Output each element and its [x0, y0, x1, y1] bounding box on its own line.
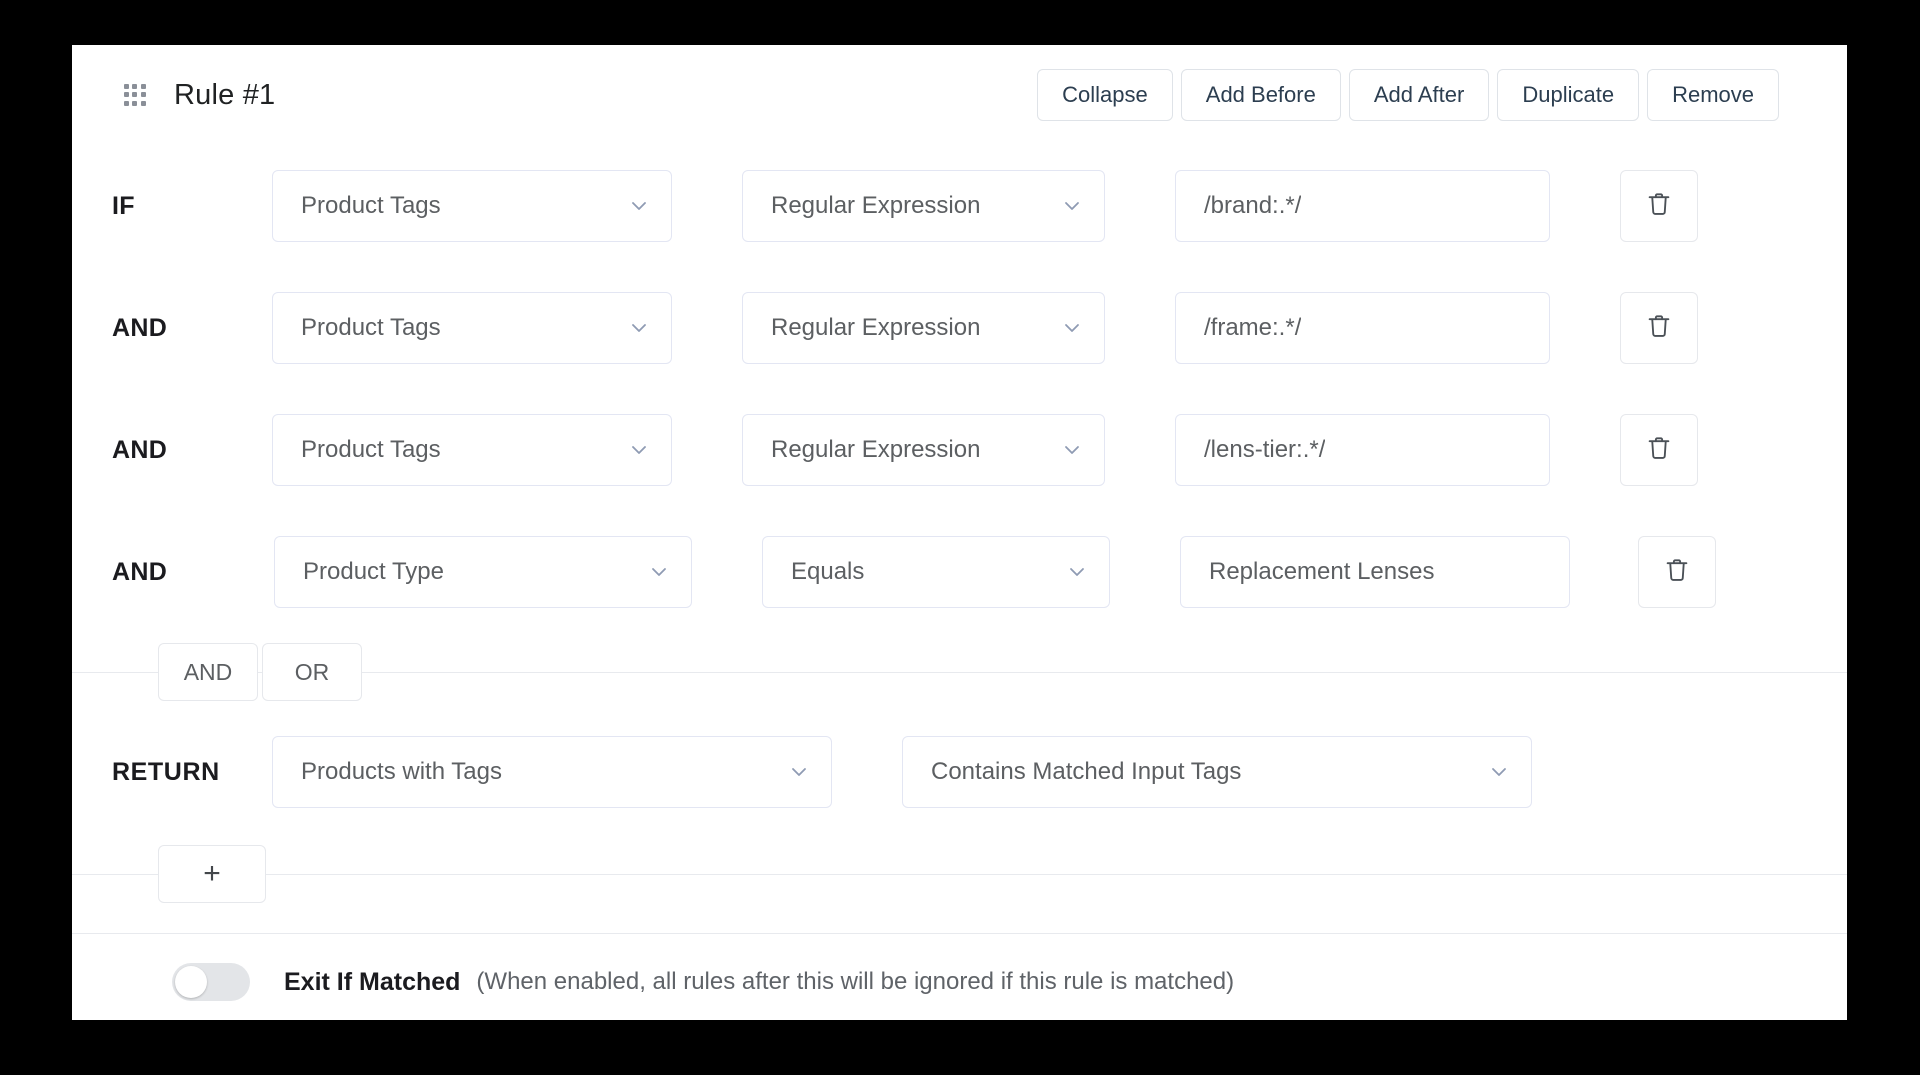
- return-label: RETURN: [112, 757, 220, 786]
- add-condition-button[interactable]: +: [158, 845, 266, 903]
- trash-icon: [1662, 555, 1692, 590]
- drag-dots-icon[interactable]: [124, 84, 146, 106]
- condition-value-input[interactable]: /frame:.*/: [1175, 292, 1550, 364]
- condition-value-text: /frame:.*/: [1204, 314, 1302, 341]
- condition-conjunction-label: IF: [112, 191, 135, 220]
- chevron-down-icon: [649, 562, 669, 582]
- condition-field-select[interactable]: Product Tags: [272, 292, 672, 364]
- return-mode-value: Contains Matched Input Tags: [931, 758, 1242, 785]
- condition-operator-select[interactable]: Regular Expression: [742, 292, 1105, 364]
- conjunction-toggle-row: AND OR: [72, 633, 1847, 711]
- rule-card: Rule #1 Collapse Add Before Add After Du…: [72, 45, 1847, 1020]
- rule-title: Rule #1: [174, 78, 276, 111]
- chevron-down-icon: [1489, 762, 1509, 782]
- condition-conjunction-label: AND: [112, 557, 168, 586]
- condition-operator-select[interactable]: Regular Expression: [742, 170, 1105, 242]
- condition-value-text: Replacement Lenses: [1209, 558, 1435, 585]
- condition-row: IF Product Tags Regular Expression /bran…: [72, 145, 1847, 267]
- condition-operator-select[interactable]: Regular Expression: [742, 414, 1105, 486]
- delete-condition-button[interactable]: [1620, 170, 1698, 242]
- condition-value-input[interactable]: Replacement Lenses: [1180, 536, 1570, 608]
- delete-condition-button[interactable]: [1620, 292, 1698, 364]
- condition-rows: IF Product Tags Regular Expression /bran…: [72, 145, 1847, 633]
- exit-if-matched-row: Exit If Matched (When enabled, all rules…: [72, 934, 1847, 1020]
- condition-value-text: /lens-tier:.*/: [1204, 436, 1326, 463]
- return-target-value: Products with Tags: [301, 758, 502, 785]
- chevron-down-icon: [1062, 318, 1082, 338]
- condition-field-value: Product Type: [303, 558, 444, 585]
- chevron-down-icon: [1062, 440, 1082, 460]
- chevron-down-icon: [1067, 562, 1087, 582]
- exit-if-matched-label: Exit If Matched: [284, 967, 461, 996]
- collapse-button[interactable]: Collapse: [1037, 69, 1173, 121]
- condition-conjunction-label: AND: [112, 435, 168, 464]
- condition-field-select[interactable]: Product Type: [274, 536, 692, 608]
- rule-card-header: Rule #1 Collapse Add Before Add After Du…: [72, 45, 1847, 145]
- rule-header-actions: Collapse Add Before Add After Duplicate …: [1037, 69, 1817, 121]
- exit-if-matched-hint: (When enabled, all rules after this will…: [476, 968, 1235, 995]
- condition-value-input[interactable]: /lens-tier:.*/: [1175, 414, 1550, 486]
- trash-icon: [1644, 433, 1674, 468]
- condition-value-input[interactable]: /brand:.*/: [1175, 170, 1550, 242]
- condition-conjunction-label: AND: [112, 313, 168, 342]
- chevron-down-icon: [629, 318, 649, 338]
- screen-background: Rule #1 Collapse Add Before Add After Du…: [0, 0, 1920, 1075]
- return-row: RETURN Products with Tags Contains Match…: [72, 711, 1847, 833]
- remove-button[interactable]: Remove: [1647, 69, 1779, 121]
- condition-row: AND Product Tags Regular Expression /fra…: [72, 267, 1847, 389]
- condition-operator-select[interactable]: Equals: [762, 536, 1110, 608]
- chevron-down-icon: [629, 440, 649, 460]
- or-toggle-button[interactable]: OR: [262, 643, 362, 701]
- condition-value-text: /brand:.*/: [1204, 192, 1302, 219]
- chevron-down-icon: [789, 762, 809, 782]
- condition-field-select[interactable]: Product Tags: [272, 170, 672, 242]
- condition-row: AND Product Tags Regular Expression /len…: [72, 389, 1847, 511]
- add-after-button[interactable]: Add After: [1348, 69, 1490, 121]
- condition-field-value: Product Tags: [301, 436, 441, 463]
- chevron-down-icon: [629, 196, 649, 216]
- condition-field-value: Product Tags: [301, 192, 441, 219]
- condition-field-value: Product Tags: [301, 314, 441, 341]
- condition-operator-value: Regular Expression: [771, 192, 981, 219]
- and-toggle-button[interactable]: AND: [158, 643, 258, 701]
- condition-operator-value: Regular Expression: [771, 314, 981, 341]
- add-before-button[interactable]: Add Before: [1180, 69, 1341, 121]
- divider-line: [72, 874, 1847, 875]
- return-target-select[interactable]: Products with Tags: [272, 736, 832, 808]
- trash-icon: [1644, 189, 1674, 224]
- plus-icon: +: [203, 857, 221, 890]
- conjunction-toggle-group: AND OR: [158, 643, 362, 701]
- trash-icon: [1644, 311, 1674, 346]
- condition-row: AND Product Type Equals Replacement Lens…: [72, 511, 1847, 633]
- exit-if-matched-toggle[interactable]: [172, 963, 250, 1001]
- delete-condition-button[interactable]: [1620, 414, 1698, 486]
- chevron-down-icon: [1062, 196, 1082, 216]
- condition-operator-value: Regular Expression: [771, 436, 981, 463]
- toggle-knob: [175, 966, 207, 998]
- delete-condition-button[interactable]: [1638, 536, 1716, 608]
- condition-operator-value: Equals: [791, 558, 865, 585]
- return-mode-select[interactable]: Contains Matched Input Tags: [902, 736, 1532, 808]
- condition-field-select[interactable]: Product Tags: [272, 414, 672, 486]
- add-condition-row: +: [72, 833, 1847, 915]
- duplicate-button[interactable]: Duplicate: [1497, 69, 1640, 121]
